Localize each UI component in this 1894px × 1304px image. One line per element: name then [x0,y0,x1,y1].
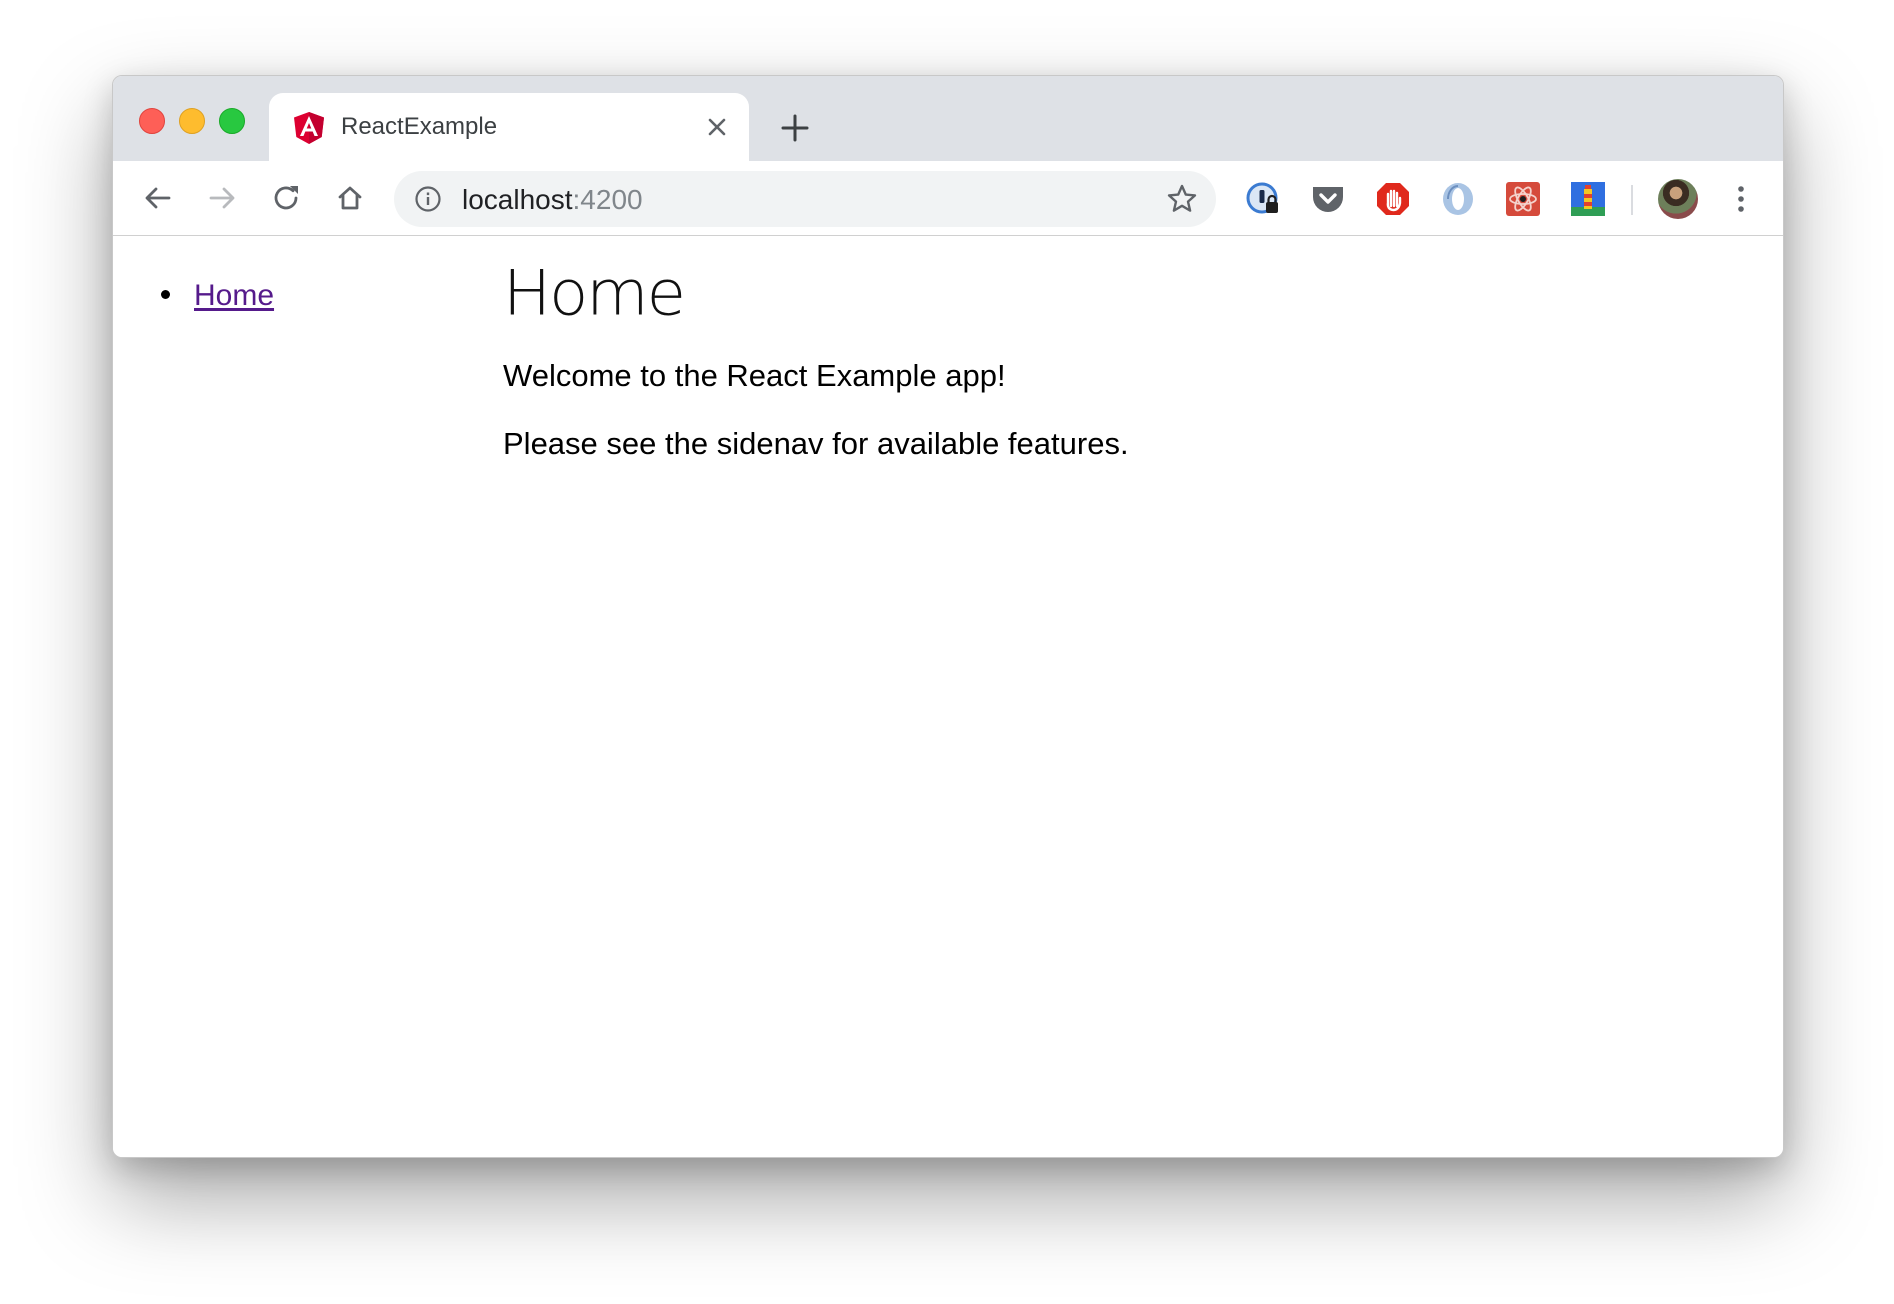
forward-arrow-icon[interactable] [205,181,239,215]
page-title: Home [503,257,686,331]
angular-logo-icon [294,112,324,144]
url-port: :4200 [572,184,643,215]
page-content: Home Home Welcome to the React Example a… [113,236,1783,1157]
new-tab-icon[interactable] [777,110,813,146]
main-content: Home Welcome to the React Example app! P… [503,256,1129,461]
back-arrow-icon[interactable] [141,181,175,215]
sidenav-link-home[interactable]: Home [194,279,274,312]
sidenav-hint-paragraph: Please see the sidenav for available fea… [503,426,1129,461]
sidenav-item-home: Home [161,276,274,316]
minimize-window-button[interactable] [179,108,205,134]
tab-reactexample[interactable]: ReactExample [269,93,749,161]
toolbar-divider [1631,185,1633,215]
lighthouse-icon[interactable] [1570,181,1606,217]
home-icon[interactable] [333,181,367,215]
url-host: localhost [462,184,573,215]
browser-window: ReactExample localhost:4200 Home Home We… [112,75,1784,1158]
pocket-icon[interactable] [1310,181,1346,217]
welcome-paragraph: Welcome to the React Example app! [503,358,1006,393]
zoom-window-button[interactable] [219,108,245,134]
reload-icon[interactable] [269,181,303,215]
close-tab-icon[interactable] [703,113,731,141]
more-menu-icon[interactable] [1731,181,1751,217]
list-bullet [161,289,170,299]
bookmark-star-icon[interactable] [1166,183,1198,215]
tab-strip: ReactExample [113,76,1783,161]
url-text: localhost:4200 [462,184,643,216]
react-devtools-icon[interactable] [1505,181,1541,217]
info-icon[interactable] [414,185,442,213]
profile-avatar[interactable] [1658,179,1698,219]
adblock-icon[interactable] [1375,181,1411,217]
browser-toolbar: localhost:4200 [113,161,1783,236]
sidenav-list: Home [161,276,274,316]
1password-icon[interactable] [1245,181,1281,217]
opera-icon[interactable] [1440,181,1476,217]
address-bar[interactable]: localhost:4200 [394,171,1216,227]
close-window-button[interactable] [139,108,165,134]
tab-title: ReactExample [341,113,498,140]
